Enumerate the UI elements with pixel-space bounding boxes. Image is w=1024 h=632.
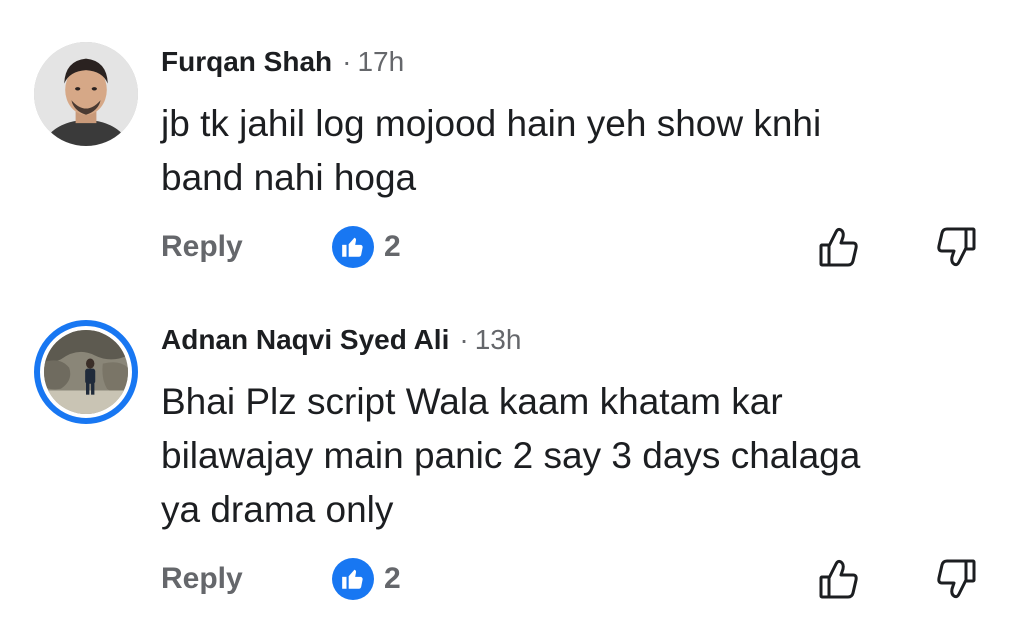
comment-text: Bhai Plz script Wala kaam khatam kar bil… — [161, 375, 981, 537]
comment-line: jb tk jahil log mojood hain yeh show knh… — [161, 103, 822, 144]
comment: Furqan Shah · 17h jb tk jahil log mojood h… — [0, 0, 1024, 300]
author-name[interactable]: Adnan Naqvi Syed Ali — [161, 324, 449, 355]
comment-line: bilawajay main panic 2 say 3 days chalag… — [161, 435, 861, 476]
comment-actions: Reply 2 — [0, 224, 1024, 274]
comment-line: Bhai Plz script Wala kaam khatam kar — [161, 381, 783, 422]
timestamp[interactable]: 13h — [475, 324, 522, 355]
separator: · — [342, 46, 352, 77]
downvote-icon[interactable] — [933, 224, 979, 270]
comment: Adnan Naqvi Syed Ali · 13h Bhai Plz script… — [0, 300, 1024, 632]
author-name[interactable]: Furqan Shah — [161, 46, 332, 77]
reply-button[interactable]: Reply — [161, 230, 243, 264]
reply-button[interactable]: Reply — [161, 562, 243, 596]
avatar[interactable] — [34, 42, 138, 146]
thumbs-up-icon — [332, 558, 374, 600]
downvote-icon[interactable] — [933, 556, 979, 602]
comment-text: jb tk jahil log mojood hain yeh show knh… — [161, 97, 981, 205]
comment-line: band nahi hoga — [161, 157, 417, 198]
comment-header: Adnan Naqvi Syed Ali · 13h — [161, 322, 521, 358]
comment-header: Furqan Shah · 17h — [161, 44, 404, 80]
timestamp[interactable]: 17h — [357, 46, 404, 77]
profile-photo — [44, 330, 128, 414]
profile-photo — [34, 42, 138, 146]
like-count: 2 — [384, 230, 401, 263]
upvote-icon[interactable] — [816, 224, 862, 270]
like-count: 2 — [384, 562, 401, 595]
avatar[interactable] — [34, 320, 138, 424]
reaction-summary[interactable]: 2 — [332, 226, 401, 268]
reaction-summary[interactable]: 2 — [332, 558, 401, 600]
separator: · — [459, 324, 469, 355]
upvote-icon[interactable] — [816, 556, 862, 602]
thumbs-up-icon — [332, 226, 374, 268]
comment-line: ya drama only — [161, 489, 394, 530]
comment-actions: Reply 2 — [0, 556, 1024, 606]
